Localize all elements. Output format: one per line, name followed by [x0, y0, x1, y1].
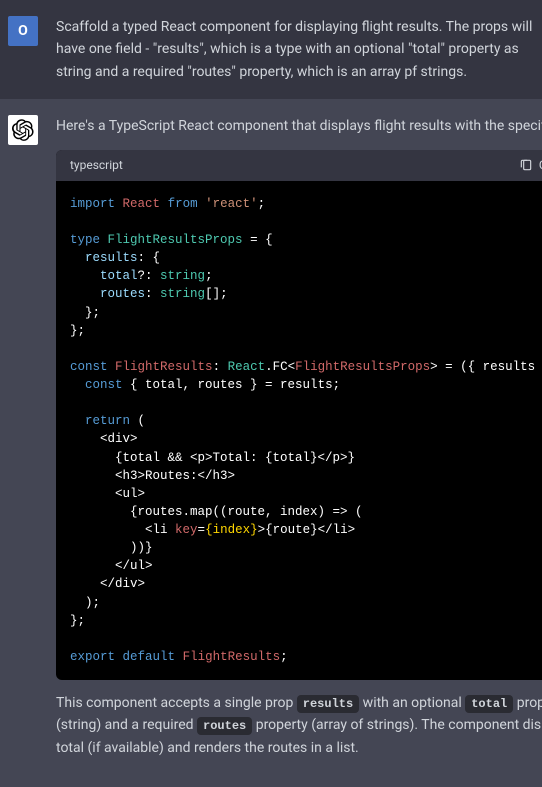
- clipboard-icon: [519, 158, 533, 172]
- copy-code-button[interactable]: Copy code: [519, 156, 542, 175]
- code-block: typescript Copy code import React from '…: [56, 150, 542, 680]
- assistant-avatar: [8, 115, 38, 145]
- openai-icon: [12, 119, 34, 141]
- assistant-intro-text: Here's a TypeScript React component that…: [56, 115, 542, 137]
- inline-code: total: [465, 695, 513, 713]
- inline-code: routes: [197, 717, 252, 735]
- user-avatar: O: [8, 16, 38, 46]
- code-header: typescript Copy code: [56, 150, 542, 181]
- inline-code: results: [297, 695, 359, 713]
- assistant-message: Here's a TypeScript React component that…: [0, 99, 542, 787]
- code-body: import React from 'react'; type FlightRe…: [56, 181, 542, 680]
- user-message-text: Scaffold a typed React component for dis…: [56, 16, 534, 83]
- user-message: O Scaffold a typed React component for d…: [0, 0, 542, 99]
- assistant-message-content: Here's a TypeScript React component that…: [56, 115, 542, 771]
- assistant-outro-text: This component accepts a single prop res…: [56, 692, 542, 759]
- code-language-label: typescript: [70, 156, 123, 175]
